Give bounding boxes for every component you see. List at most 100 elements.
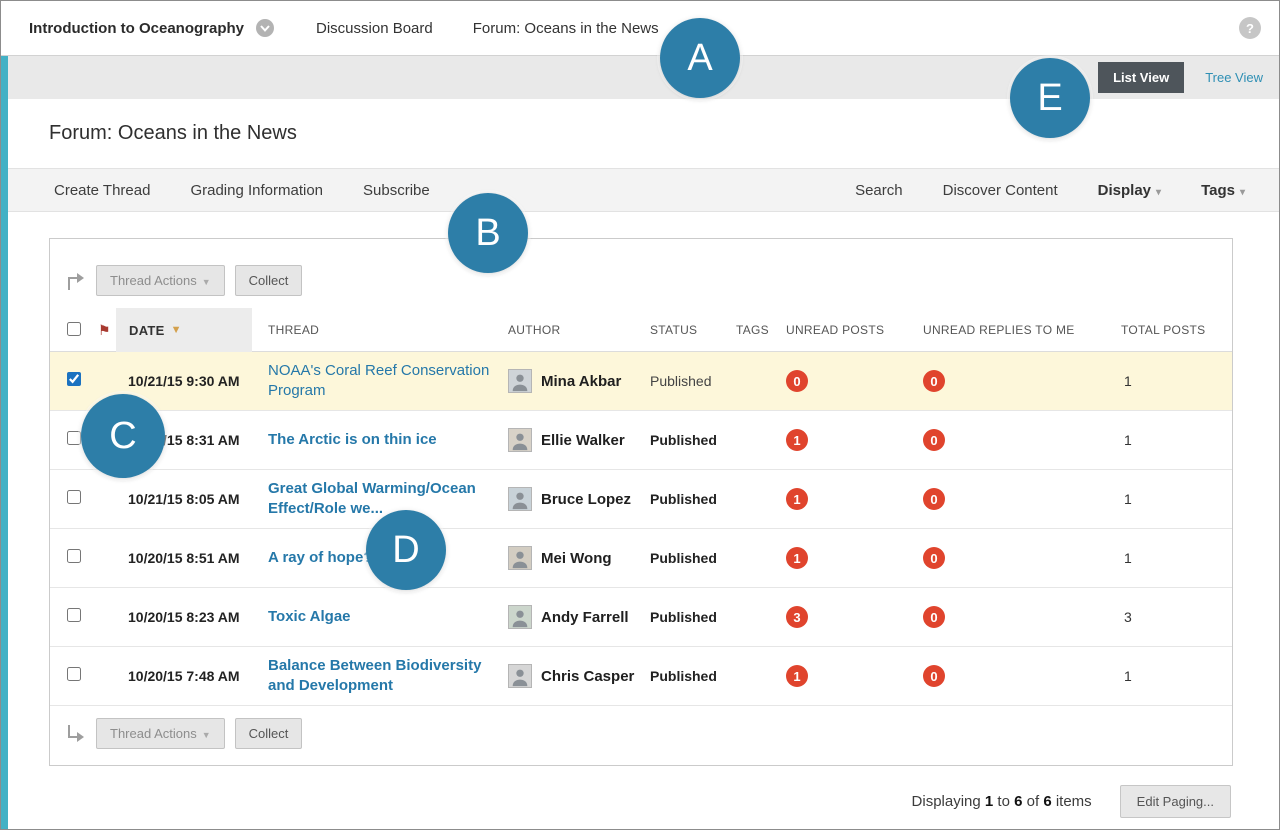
- tree-view-link[interactable]: Tree View: [1205, 70, 1263, 85]
- row-checkbox[interactable]: [67, 667, 81, 681]
- callout-b: B: [448, 193, 528, 273]
- display-dropdown-label: Display: [1098, 182, 1151, 199]
- unread-replies-badge[interactable]: 0: [923, 665, 945, 687]
- thread-table-header: ⚑ DATE▼ THREAD AUTHOR STATUS TAGS UNREAD…: [50, 308, 1232, 352]
- chevron-down-icon: ▼: [202, 277, 211, 287]
- thread-actions-button[interactable]: Thread Actions▼: [96, 718, 225, 749]
- chevron-down-icon: ▾: [1156, 187, 1161, 198]
- status-label: Published: [650, 491, 736, 507]
- thread-link[interactable]: NOAA's Coral Reef Conservation Program: [268, 361, 508, 402]
- list-view-button[interactable]: List View: [1098, 62, 1184, 93]
- author-cell: Andy Farrell: [508, 605, 650, 629]
- avatar: [508, 664, 532, 688]
- column-header-status[interactable]: STATUS: [650, 323, 736, 337]
- unread-replies-badge[interactable]: 0: [923, 606, 945, 628]
- thread-actions-button[interactable]: Thread Actions ▼: [96, 265, 225, 296]
- collect-button[interactable]: Collect: [235, 718, 303, 749]
- help-icon[interactable]: ?: [1239, 17, 1261, 39]
- create-thread-button[interactable]: Create Thread: [54, 182, 150, 199]
- callout-d: D: [366, 510, 446, 590]
- total-posts-value: 1: [1121, 491, 1232, 507]
- paging-items-word: items: [1056, 793, 1092, 810]
- author-name: Ellie Walker: [541, 432, 625, 449]
- author-name: Chris Casper: [541, 668, 634, 685]
- author-name: Mina Akbar: [541, 373, 621, 390]
- thread-actions-label: Thread Actions: [110, 273, 197, 288]
- paging-from: 1: [985, 793, 993, 810]
- unread-replies-badge[interactable]: 0: [923, 370, 945, 392]
- status-label: Published: [650, 668, 736, 684]
- column-header-total-posts[interactable]: TOTAL POSTS: [1121, 323, 1232, 337]
- row-checkbox[interactable]: [67, 372, 81, 386]
- row-checkbox[interactable]: [67, 490, 81, 504]
- thread-link[interactable]: Toxic Algae: [268, 607, 508, 627]
- column-header-author[interactable]: AUTHOR: [508, 323, 650, 337]
- date-header-label: DATE: [129, 323, 165, 338]
- action-bar: Create Thread Grading Information Subscr…: [1, 168, 1279, 212]
- thread-link[interactable]: Balance Between Biodiversity and Develop…: [268, 656, 508, 697]
- callout-a: A: [660, 18, 740, 98]
- action-bar-right: Search Discover Content Display ▾ Tags▾: [855, 182, 1245, 199]
- table-row: 10/20/15 8:51 AM A ray of hope? Mei Wong…: [50, 529, 1232, 588]
- thread-date: 10/21/15 9:30 AM: [128, 373, 268, 389]
- column-header-thread[interactable]: THREAD: [268, 323, 508, 337]
- table-row: 10/21/15 9:30 AM NOAA's Coral Reef Conse…: [50, 352, 1232, 411]
- thread-actions-label: Thread Actions: [110, 726, 197, 741]
- select-arrow-down-icon: [64, 722, 86, 746]
- author-cell: Mei Wong: [508, 546, 650, 570]
- author-name: Andy Farrell: [541, 609, 629, 626]
- tags-dropdown[interactable]: Tags▾: [1201, 182, 1245, 199]
- display-dropdown[interactable]: Display ▾: [1098, 182, 1161, 199]
- action-bar-left: Create Thread Grading Information Subscr…: [54, 182, 430, 199]
- course-menu-chevron-icon[interactable]: [256, 19, 274, 37]
- select-all-checkbox[interactable]: [67, 322, 81, 336]
- paging-to-word: to: [997, 793, 1010, 810]
- unread-posts-badge[interactable]: 1: [786, 429, 808, 451]
- paging-prefix: Displaying: [912, 793, 981, 810]
- accent-stripe: [1, 56, 8, 829]
- chevron-down-icon: ▾: [1240, 187, 1245, 198]
- total-posts-value: 3: [1121, 609, 1232, 625]
- row-checkbox[interactable]: [67, 608, 81, 622]
- subscribe-button[interactable]: Subscribe: [363, 182, 430, 199]
- unread-posts-badge[interactable]: 3: [786, 606, 808, 628]
- unread-posts-badge[interactable]: 1: [786, 547, 808, 569]
- total-posts-value: 1: [1121, 432, 1232, 448]
- status-label: Published: [650, 373, 736, 389]
- edit-paging-button[interactable]: Edit Paging...: [1120, 785, 1231, 818]
- paging-status: Displaying 1 to 6 of 6 items: [912, 793, 1092, 810]
- table-row: 10/20/15 8:23 AM Toxic Algae Andy Farrel…: [50, 588, 1232, 647]
- column-header-unread-replies[interactable]: UNREAD REPLIES TO ME: [923, 323, 1121, 337]
- total-posts-value: 1: [1121, 668, 1232, 684]
- status-label: Published: [650, 432, 736, 448]
- row-checkbox[interactable]: [67, 549, 81, 563]
- author-cell: Ellie Walker: [508, 428, 650, 452]
- unread-posts-badge[interactable]: 1: [786, 665, 808, 687]
- column-header-unread-posts[interactable]: UNREAD POSTS: [786, 323, 923, 337]
- collect-button[interactable]: Collect: [235, 265, 303, 296]
- table-row: 10/21/15 8:31 AM The Arctic is on thin i…: [50, 411, 1232, 470]
- breadcrumb-discussion-board[interactable]: Discussion Board: [316, 20, 433, 37]
- unread-replies-badge[interactable]: 0: [923, 547, 945, 569]
- total-posts-value: 1: [1121, 373, 1232, 389]
- thread-link[interactable]: The Arctic is on thin ice: [268, 430, 508, 450]
- callout-e: E: [1010, 58, 1090, 138]
- unread-replies-badge[interactable]: 0: [923, 488, 945, 510]
- thread-date: 10/20/15 8:51 AM: [128, 550, 268, 566]
- thread-toolbar-top: Thread Actions ▼ Collect: [64, 265, 1232, 296]
- column-header-tags[interactable]: TAGS: [736, 323, 786, 337]
- grading-information-button[interactable]: Grading Information: [190, 182, 323, 199]
- unread-posts-badge[interactable]: 1: [786, 488, 808, 510]
- avatar: [508, 428, 532, 452]
- discover-content-button[interactable]: Discover Content: [943, 182, 1058, 199]
- status-label: Published: [650, 550, 736, 566]
- unread-replies-badge[interactable]: 0: [923, 429, 945, 451]
- search-button[interactable]: Search: [855, 182, 903, 199]
- top-navigation-bar: Introduction to Oceanography Discussion …: [1, 1, 1279, 56]
- column-header-date[interactable]: DATE▼: [116, 308, 252, 352]
- paging-footer: Displaying 1 to 6 of 6 items Edit Paging…: [912, 785, 1231, 818]
- row-checkbox[interactable]: [67, 431, 81, 445]
- unread-posts-badge[interactable]: 0: [786, 370, 808, 392]
- author-cell: Chris Casper: [508, 664, 650, 688]
- thread-toolbar-bottom: Thread Actions▼ Collect: [64, 718, 1232, 749]
